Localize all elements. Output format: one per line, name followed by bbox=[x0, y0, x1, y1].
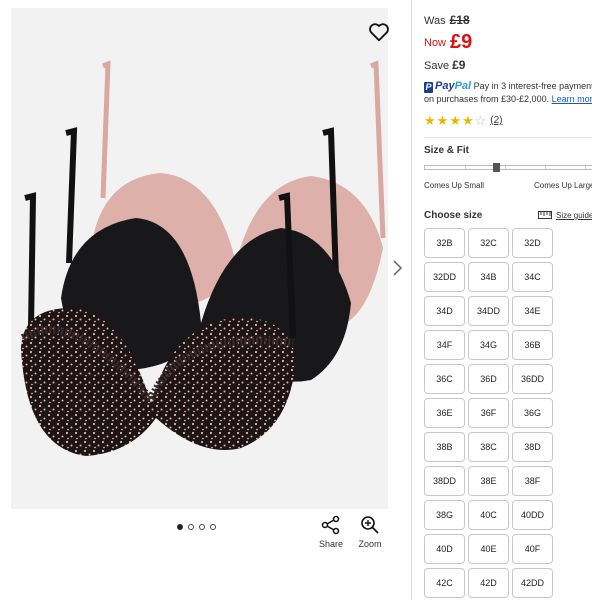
product-image bbox=[20, 60, 386, 456]
size-option-36g[interactable]: 36G bbox=[512, 398, 553, 428]
size-option-34f[interactable]: 34F bbox=[424, 330, 465, 360]
size-option-34g[interactable]: 34G bbox=[468, 330, 509, 360]
learn-more-link[interactable]: Learn more bbox=[552, 94, 592, 104]
share-label: Share bbox=[318, 539, 344, 549]
save-row: Save £9 bbox=[424, 58, 465, 72]
now-label: Now bbox=[424, 37, 447, 49]
size-option-32b[interactable]: 32B bbox=[424, 228, 465, 258]
share-button[interactable]: Share bbox=[316, 515, 346, 549]
size-option-40d[interactable]: 40D bbox=[424, 534, 465, 564]
size-option-32dd[interactable]: 32DD bbox=[424, 262, 465, 292]
fit-scale-marker bbox=[493, 163, 500, 172]
paypal-promo: P PayPal Pay in 3 interest-free payments … bbox=[424, 80, 592, 106]
size-option-38c[interactable]: 38C bbox=[468, 432, 509, 462]
size-fit-title: Size & Fit bbox=[424, 145, 470, 156]
divider bbox=[424, 137, 592, 138]
ruler-icon bbox=[538, 211, 556, 220]
star-empty-icon: ☆ bbox=[474, 113, 487, 128]
size-option-36c[interactable]: 36C bbox=[424, 364, 465, 394]
review-count-link[interactable]: (2) bbox=[490, 115, 502, 126]
star-filled-icon: ★ bbox=[424, 113, 436, 128]
star-filled-icon: ★ bbox=[436, 113, 449, 128]
size-option-32c[interactable]: 32C bbox=[468, 228, 509, 258]
product-image-gallery[interactable] bbox=[11, 8, 390, 509]
size-option-38f[interactable]: 38F bbox=[512, 466, 553, 496]
fit-left-label: Comes Up Small bbox=[424, 181, 485, 190]
size-option-38dd[interactable]: 38DD bbox=[424, 466, 465, 496]
now-price: £9 bbox=[450, 31, 473, 53]
zoom-label: Zoom bbox=[358, 539, 382, 549]
wishlist-heart-icon[interactable] bbox=[368, 21, 390, 43]
paypal-logo-icon: P bbox=[424, 82, 433, 93]
size-option-36b[interactable]: 36B bbox=[512, 330, 553, 360]
size-option-40c[interactable]: 40C bbox=[468, 500, 509, 530]
fit-right-label: Comes Up Large bbox=[534, 181, 592, 190]
paypal-line2: on purchases from £30-£2,000. bbox=[424, 94, 550, 104]
size-option-32d[interactable]: 32D bbox=[512, 228, 553, 258]
share-icon bbox=[316, 515, 346, 535]
size-option-34e[interactable]: 34E bbox=[512, 296, 553, 326]
size-option-42d[interactable]: 42D bbox=[468, 568, 509, 598]
gallery-dot[interactable] bbox=[177, 524, 183, 530]
size-option-34dd[interactable]: 34DD bbox=[468, 296, 509, 326]
size-guide-link[interactable]: Size guide bbox=[538, 211, 592, 220]
was-price: £18 bbox=[449, 13, 470, 27]
size-option-34d[interactable]: 34D bbox=[424, 296, 465, 326]
size-option-40f[interactable]: 40F bbox=[512, 534, 553, 564]
size-option-42dd[interactable]: 42DD bbox=[512, 568, 553, 598]
next-image-chevron-icon[interactable] bbox=[390, 258, 404, 278]
zoom-button[interactable]: Zoom bbox=[355, 515, 385, 549]
product-details-panel: Was £18 Now £9 Save £9 P PayPal Pay in 3 int… bbox=[411, 0, 592, 600]
was-price-row: Was £18 bbox=[424, 13, 470, 27]
rating-stars[interactable]: ★ ★ ★ ★ ☆ (2) bbox=[424, 114, 503, 127]
choose-size-title: Choose size bbox=[424, 210, 483, 221]
star-filled-icon: ★ bbox=[449, 113, 461, 128]
star-filled-icon: ★ bbox=[461, 113, 474, 128]
size-option-38b[interactable]: 38B bbox=[424, 432, 465, 462]
size-option-40e[interactable]: 40E bbox=[468, 534, 509, 564]
size-option-42c[interactable]: 42C bbox=[424, 568, 465, 598]
size-option-38g[interactable]: 38G bbox=[424, 500, 465, 530]
save-label: Save bbox=[424, 60, 450, 72]
paypal-brand: PayPal bbox=[435, 80, 472, 92]
gallery-dot[interactable] bbox=[199, 524, 205, 530]
save-amount: £9 bbox=[452, 58, 466, 72]
size-option-36dd[interactable]: 36DD bbox=[512, 364, 553, 394]
size-option-40dd[interactable]: 40DD bbox=[512, 500, 553, 530]
fit-scale-track bbox=[424, 165, 592, 170]
gallery-pagination-dots bbox=[177, 524, 216, 530]
size-option-38d[interactable]: 38D bbox=[512, 432, 553, 462]
gallery-dot[interactable] bbox=[188, 524, 194, 530]
gallery-dot[interactable] bbox=[210, 524, 216, 530]
size-option-36d[interactable]: 36D bbox=[468, 364, 509, 394]
paypal-line1: Pay in 3 interest-free payments bbox=[473, 81, 592, 91]
size-option-34c[interactable]: 34C bbox=[512, 262, 553, 292]
size-option-34b[interactable]: 34B bbox=[468, 262, 509, 292]
was-label: Was bbox=[424, 15, 446, 27]
size-options-grid: 32B 32C 32D 32DD 34B 34C 34D 34DD 34E 34F 34G 36B 36… bbox=[424, 228, 553, 598]
size-option-36f[interactable]: 36F bbox=[468, 398, 509, 428]
zoom-icon bbox=[355, 515, 385, 535]
size-option-38e[interactable]: 38E bbox=[468, 466, 509, 496]
size-option-36e[interactable]: 36E bbox=[424, 398, 465, 428]
now-price-row: Now £9 bbox=[424, 31, 472, 54]
